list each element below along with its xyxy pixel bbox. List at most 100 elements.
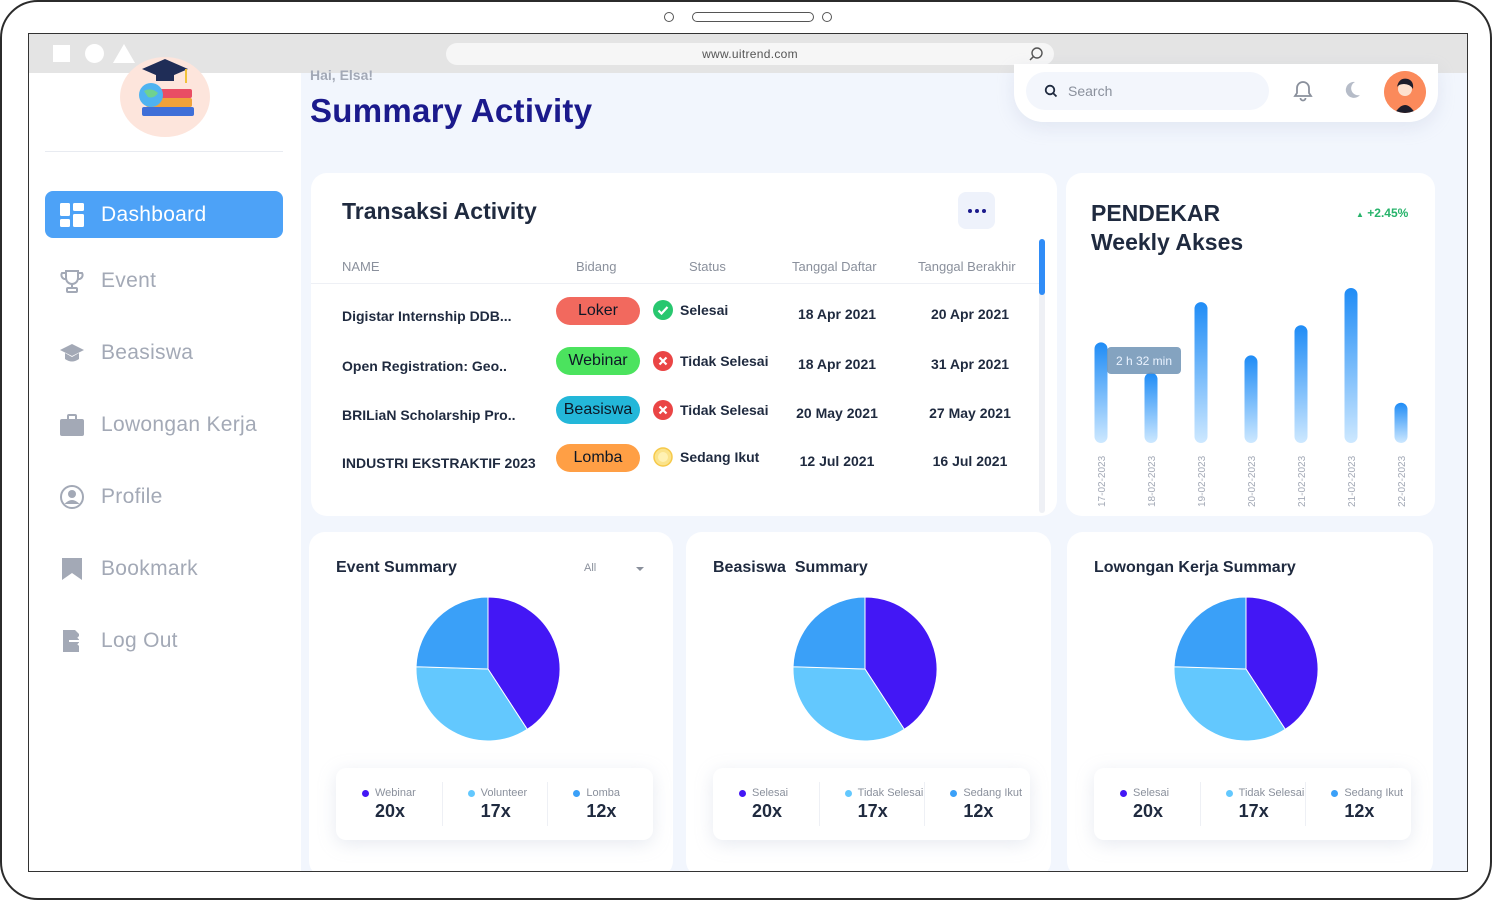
legend-dot — [467, 789, 475, 797]
x-circle-icon — [653, 400, 673, 420]
table-row[interactable]: Digistar Internship DDB... Loker Selesai… — [311, 296, 1039, 336]
tanggal-berakhir: 16 Jul 2021 — [932, 453, 1008, 469]
pie-slice-sedang-ikut[interactable] — [792, 596, 866, 670]
table-row[interactable]: Open Registration: Geo.. Webinar Tidak S… — [311, 346, 1039, 386]
legend-value: 20x — [752, 801, 783, 821]
filter-dropdown[interactable]: All — [584, 562, 596, 574]
lowongan-kerja-summary-card: Lowongan Kerja Summary Selesai 20x Tidak… — [1067, 532, 1433, 871]
circle-icon — [85, 44, 104, 63]
more-options-button[interactable] — [958, 192, 995, 229]
avatar[interactable] — [1384, 71, 1426, 113]
legend-dot — [950, 789, 958, 797]
table-row[interactable]: BRILiaN Scholarship Pro.. Beasiswa Tidak… — [311, 395, 1039, 435]
moon-icon[interactable] — [1341, 80, 1361, 100]
legend-item: Selesai 20x — [1094, 768, 1200, 840]
sidebar-item-label: Lowongan Kerja — [101, 412, 257, 436]
legend-value: 12x — [1344, 801, 1375, 821]
legend-dot — [362, 789, 369, 797]
card-title: Transaksi Activity — [342, 198, 537, 224]
sidebar-item-event[interactable]: Event — [45, 257, 283, 304]
column-header-tanggal-berakhir[interactable]: Tanggal Berakhir — [918, 259, 1016, 274]
tanggal-daftar: 18 Apr 2021 — [797, 306, 877, 322]
legend-item: Tidak Selesai 17x — [1199, 768, 1306, 840]
column-header-status[interactable]: Status — [689, 259, 726, 274]
row-name: Open Registration: Geo.. — [342, 358, 507, 374]
briefcase-icon — [59, 412, 85, 438]
scrollbar-thumb[interactable] — [1039, 239, 1045, 295]
graduation-cap-icon — [59, 340, 85, 366]
event-summary-card: Event Summary All Webinar 20x Volunteer … — [309, 532, 673, 871]
bidang-badge: Lomba — [556, 444, 640, 472]
card-title: Event Summary — [336, 559, 457, 576]
bar-6[interactable] — [1394, 402, 1408, 443]
legend-label: Tidak Selesai — [1238, 787, 1305, 799]
search-icon[interactable] — [1028, 46, 1044, 62]
legend-label: Lomba — [586, 787, 620, 799]
column-header-tanggal-daftar[interactable]: Tanggal Daftar — [792, 259, 877, 274]
weekly-akses-card: 17-02-2023 18-02-2023 19-02-2023 20-02-2023… — [1066, 173, 1435, 516]
tanggal-berakhir: 20 Apr 2021 — [930, 306, 1010, 322]
beasiswa-summary-card: Beasiswa Summary Selesai 20x Tidak Seles… — [686, 532, 1051, 871]
legend-label: Selesai — [1133, 787, 1170, 799]
x-tick-label: 21-02-2023 — [1347, 455, 1358, 507]
pie-slice-sedang-ikut[interactable] — [1173, 596, 1247, 670]
status-cell: Tidak Selesai — [653, 351, 768, 371]
legend-dot — [844, 789, 852, 797]
x-tick-label: 19-02-2023 — [1197, 455, 1208, 507]
lowongan-kerja-pie-chart — [1173, 596, 1319, 742]
chevron-down-icon[interactable] — [636, 567, 644, 571]
status-text: Tidak Selesai — [680, 353, 769, 369]
status-text: Selesai — [680, 302, 729, 318]
sidebar-item-label: Bookmark — [101, 556, 198, 580]
dot-icon — [981, 208, 986, 213]
x-tick-label: 22-02-2023 — [1397, 455, 1408, 507]
card-title: Lowongan Kerja Summary — [1094, 559, 1296, 576]
sidebar-item-profile[interactable]: Profile — [45, 473, 283, 520]
bar-0[interactable] — [1094, 342, 1108, 443]
legend-dot — [573, 789, 581, 797]
column-header-bidang[interactable]: Bidang — [576, 259, 616, 274]
sidebar: Dashboard Event Beasiswa Lowongan Kerja … — [29, 57, 301, 871]
pie-slice-lomba[interactable] — [415, 596, 489, 670]
bar-4[interactable] — [1294, 325, 1308, 443]
status-cell: Tidak Selesai — [653, 400, 768, 420]
sidebar-item-label: Beasiswa — [101, 340, 194, 364]
legend-item: Sedang Ikut 12x — [1305, 768, 1411, 840]
chart-legend: Selesai 20x Tidak Selesai 17x Sedang Iku… — [713, 768, 1030, 840]
bell-icon[interactable] — [1293, 80, 1313, 102]
dashboard-icon — [59, 202, 85, 228]
column-header-name[interactable]: NAME — [342, 259, 380, 274]
x-tick-label: 18-02-2023 — [1147, 455, 1158, 507]
sidebar-item-lowongan-kerja[interactable]: Lowongan Kerja — [45, 401, 283, 448]
address-bar[interactable]: www.uitrend.com — [446, 43, 1054, 65]
top-bar — [1014, 64, 1438, 122]
page-title: Summary Activity — [310, 92, 593, 129]
row-name: Digistar Internship DDB... — [342, 308, 512, 324]
bar-2[interactable] — [1194, 302, 1208, 443]
legend-label: Sedang Ikut — [963, 787, 1023, 799]
scrollbar[interactable] — [1039, 239, 1045, 513]
speaker-slot — [692, 12, 814, 22]
sidebar-item-bookmark[interactable]: Bookmark — [45, 545, 283, 592]
legend-dot — [739, 789, 746, 797]
pending-circle-icon — [653, 447, 673, 467]
legend-item: Volunteer 17x — [441, 768, 548, 840]
tanggal-daftar: 18 Apr 2021 — [797, 356, 877, 372]
table-row[interactable]: INDUSTRI EKSTRAKTIF 2023 Lomba Sedang Ik… — [311, 443, 1039, 483]
legend-dot — [1225, 789, 1233, 797]
sidebar-item-label: Profile — [101, 484, 163, 508]
bar-5[interactable] — [1344, 288, 1358, 443]
search-input[interactable] — [1068, 83, 1238, 99]
sidebar-item-beasiswa[interactable]: Beasiswa — [45, 329, 283, 376]
status-cell: Selesai — [653, 300, 728, 320]
legend-dot — [1120, 789, 1127, 797]
legend-value: 17x — [480, 801, 511, 821]
sidebar-item-logout[interactable]: Log Out — [45, 617, 283, 664]
search-box[interactable] — [1026, 72, 1269, 110]
legend-label: Webinar — [375, 787, 416, 799]
sidebar-item-dashboard[interactable]: Dashboard — [45, 191, 283, 238]
bar-1[interactable] — [1144, 372, 1158, 443]
bar-3[interactable] — [1244, 355, 1258, 443]
dot-icon — [967, 208, 972, 213]
sidebar-divider — [45, 151, 283, 152]
